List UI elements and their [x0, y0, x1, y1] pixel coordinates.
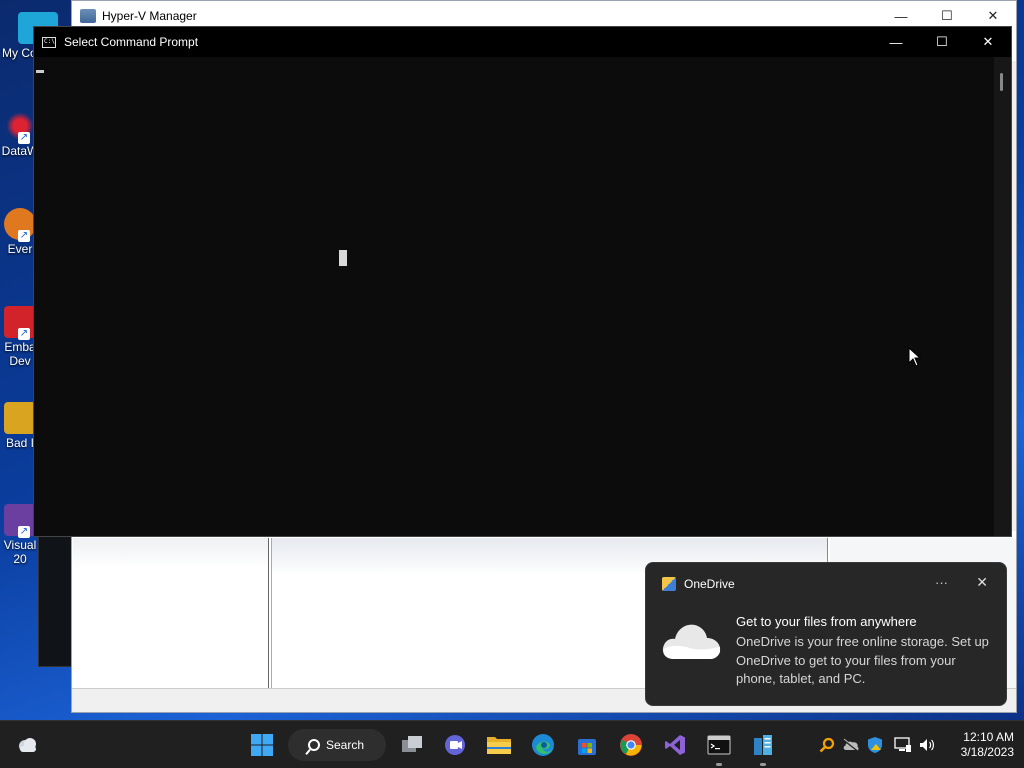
cmd-console-area[interactable]	[34, 57, 995, 536]
datawindow-icon: ↗	[4, 110, 36, 144]
start-button[interactable]	[248, 731, 276, 759]
maximize-icon[interactable]: ☐	[919, 27, 965, 57]
cmd-window-controls: — ☐ ✕	[873, 27, 1011, 57]
shortcut-arrow-icon: ↗	[18, 526, 30, 538]
file-explorer-button[interactable]	[485, 731, 513, 759]
hyperv-manager-icon	[754, 735, 772, 755]
taskbar: Search 12:10 AM 3/18/2023	[0, 720, 1024, 768]
cmd-caret	[36, 70, 44, 73]
edge-button[interactable]	[529, 731, 557, 759]
teams-chat-icon	[445, 735, 465, 755]
taskbar-clock[interactable]: 12:10 AM 3/18/2023	[944, 730, 1014, 760]
terminal-icon	[707, 735, 731, 755]
visual-studio-button[interactable]	[661, 731, 689, 759]
onedrive-notification[interactable]: OneDrive ··· ✕ Get to your files from an…	[645, 562, 1007, 706]
defender-icon[interactable]	[866, 735, 884, 755]
cmd-scroll-thumb[interactable]	[1000, 73, 1003, 91]
cmd-icon: C:\	[42, 36, 56, 48]
terminal-button[interactable]	[705, 731, 733, 766]
hyperv-tree-pane[interactable]	[73, 538, 269, 688]
taskbar-search-button[interactable]: Search	[288, 729, 386, 761]
chrome-icon	[620, 734, 642, 756]
cloud-icon	[662, 624, 721, 659]
shortcut-arrow-icon: ↗	[18, 328, 30, 340]
teams-chat-button[interactable]	[441, 731, 469, 759]
network-icon[interactable]	[894, 735, 912, 755]
minimize-icon[interactable]: —	[873, 27, 919, 57]
onedrive-icon[interactable]	[842, 735, 860, 755]
background-window-edge	[38, 536, 72, 667]
file-explorer-icon	[487, 737, 511, 754]
store-button[interactable]	[573, 731, 601, 759]
close-icon[interactable]: ✕	[976, 574, 988, 591]
mouse-pointer-icon	[908, 347, 922, 367]
shortcut-arrow-icon: ↗	[18, 230, 30, 242]
clock-time: 12:10 AM	[963, 730, 1014, 744]
cmd-title: Select Command Prompt	[64, 35, 199, 49]
embarcadero-icon: ↗	[4, 306, 36, 340]
running-indicator	[760, 763, 766, 766]
clock-date: 3/18/2023	[960, 745, 1014, 759]
store-icon	[578, 739, 596, 755]
text-cursor	[339, 250, 347, 266]
running-indicator	[716, 763, 722, 766]
toast-app-name: OneDrive	[684, 577, 735, 591]
chrome-button[interactable]	[617, 731, 645, 759]
task-view-icon	[402, 736, 422, 752]
onedrive-icon	[662, 577, 676, 591]
hyperv-manager-button[interactable]	[749, 731, 777, 766]
cmd-scrollbar[interactable]	[994, 57, 1011, 536]
hyperv-icon	[80, 9, 96, 23]
visual-studio-icon: ↗	[4, 504, 36, 538]
task-view-button[interactable]	[398, 731, 426, 759]
edge-icon	[532, 734, 554, 756]
bad-icon	[4, 402, 36, 434]
hyperv-title: Hyper-V Manager	[102, 9, 197, 23]
search-tool-icon[interactable]	[818, 735, 836, 755]
search-label: Search	[326, 738, 365, 752]
search-icon	[308, 739, 320, 751]
volume-icon[interactable]	[918, 735, 936, 755]
more-options-icon[interactable]: ···	[935, 575, 948, 590]
visual-studio-icon	[665, 735, 685, 755]
cmd-titlebar[interactable]: C:\ Select Command Prompt	[34, 27, 1011, 57]
toast-title: Get to your files from anywhere	[736, 614, 917, 629]
shortcut-arrow-icon: ↗	[18, 132, 30, 144]
close-icon[interactable]: ✕	[965, 27, 1011, 57]
toast-body: OneDrive is your free online storage. Se…	[736, 634, 989, 686]
desktop-icon-label: Visual 20	[3, 538, 37, 566]
start-icon	[251, 734, 273, 756]
command-prompt-window[interactable]: C:\ Select Command Prompt — ☐ ✕	[33, 26, 1012, 537]
toast-header: OneDrive	[662, 577, 735, 591]
everything-icon: ↗	[4, 208, 36, 242]
weather-widget-icon[interactable]	[16, 734, 38, 756]
